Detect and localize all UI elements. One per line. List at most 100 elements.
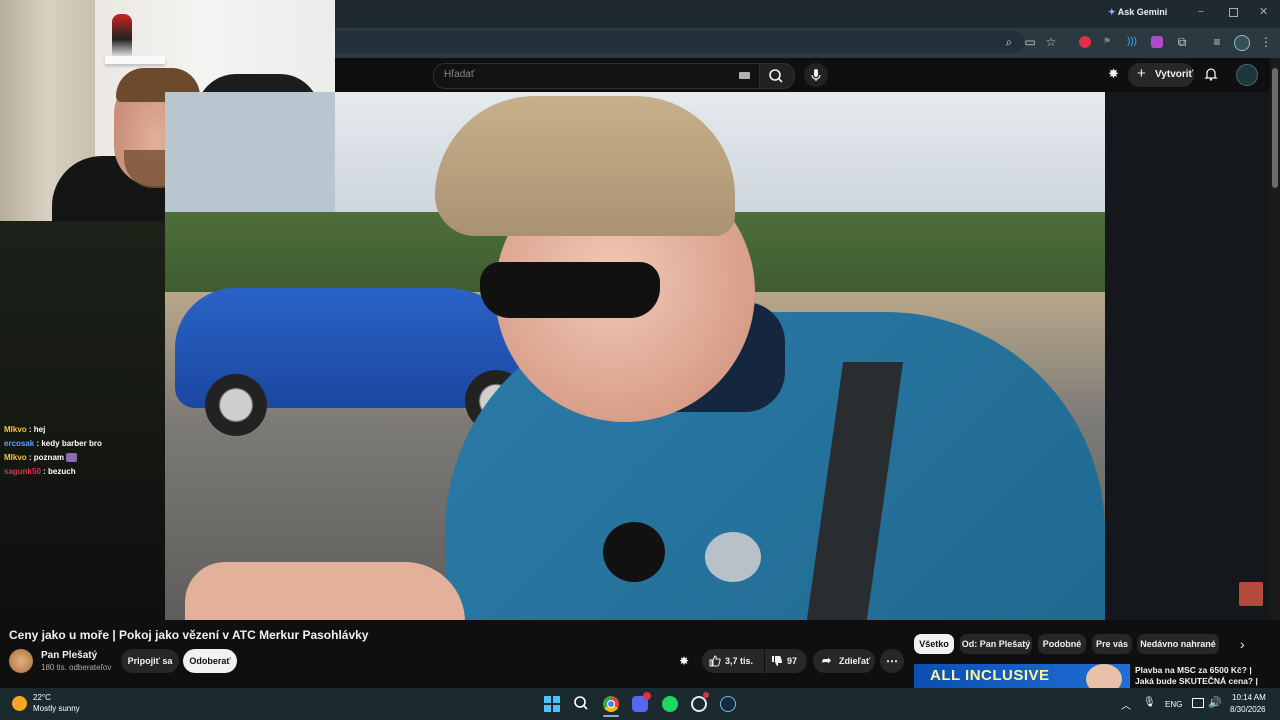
temperature: 22°C (33, 693, 51, 702)
chat-message: Mlkvo : hej (4, 425, 46, 434)
ask-ai-icon[interactable]: ✸ (679, 654, 689, 668)
chevron-right-icon[interactable]: › (1240, 636, 1245, 652)
dislike-count: 97 (787, 656, 798, 666)
chat-user: sagunk50 (4, 467, 41, 476)
chat-message: sagunk50 : bezuch (4, 467, 76, 476)
recommended-thumbnail[interactable]: ALL INCLUSIVE (914, 664, 1130, 688)
page-scrollbar[interactable] (1270, 58, 1280, 688)
chat-message: ercosak : kedy barber bro (4, 439, 102, 448)
channel-avatar[interactable] (9, 649, 33, 673)
create-button[interactable]: + Vytvoriť (1128, 63, 1194, 87)
wall-shelf (105, 56, 165, 64)
video-person-cap (435, 96, 735, 236)
voice-search-button[interactable] (804, 63, 828, 87)
chip-for-you[interactable]: Pre vás (1092, 634, 1132, 654)
language-indicator[interactable]: ENG (1165, 700, 1182, 709)
steam-icon[interactable] (720, 696, 736, 712)
sun-cloud-icon (12, 696, 27, 711)
obs-recording-badge (703, 692, 709, 698)
search-placeholder: Hľadať (444, 69, 475, 80)
tray-chevron-icon[interactable]: ︿ (1121, 697, 1131, 712)
chat-user: ercosak (4, 439, 35, 448)
notifications-button[interactable] (1203, 66, 1219, 87)
account-avatar[interactable] (1236, 64, 1258, 86)
ask-gemini-button[interactable]: ✦ Ask Gemini (1108, 7, 1167, 21)
thumbnail-face (1086, 664, 1122, 688)
like-button[interactable]: 3,7 tis. (702, 649, 764, 673)
extension-icon-red[interactable] (1079, 36, 1091, 48)
minimize-button[interactable]: – (1198, 6, 1208, 17)
video-mic-grey (705, 532, 761, 582)
video-sunglasses (480, 262, 660, 318)
search-button[interactable] (759, 63, 795, 89)
zoom-icon[interactable]: ⌕ (1001, 34, 1017, 50)
browser-menu-icon[interactable]: ⋮ (1258, 34, 1274, 50)
chip-from-channel[interactable]: Od: Pan Plešatý (960, 634, 1032, 654)
extensions-puzzle-icon[interactable]: ⧉ (1174, 34, 1190, 50)
tab-search-icon[interactable]: ≡ (1209, 34, 1225, 50)
video-hand (185, 562, 465, 620)
chat-text: hej (33, 425, 46, 434)
bookmark-star-icon[interactable]: ☆ (1043, 34, 1059, 50)
bell-icon (1204, 68, 1218, 81)
video-title: Ceny jako u moře | Pokoj jako vězení v A… (9, 628, 369, 642)
network-icon[interactable] (1192, 698, 1204, 708)
chrome-icon[interactable] (603, 696, 619, 712)
url-bar[interactable] (335, 31, 1025, 53)
ai-sparkle-icon[interactable]: ✸ (1108, 66, 1119, 82)
more-icon: ⋯ (886, 654, 898, 668)
share-button[interactable]: ➦ Zdieľať (813, 649, 875, 673)
close-window-button[interactable]: ✕ (1259, 5, 1268, 18)
cast-icon[interactable]: ▭ (1022, 34, 1038, 50)
search-input[interactable]: Hľadať (433, 63, 761, 89)
ask-gemini-label: Ask Gemini (1117, 7, 1168, 17)
gemini-icon: ✦ (1108, 7, 1116, 17)
clock-date[interactable]: 8/30/2026 (1230, 705, 1266, 714)
dislike-button[interactable]: 97 (765, 649, 807, 673)
profile-avatar[interactable] (1234, 35, 1250, 51)
obs-icon[interactable] (691, 696, 707, 712)
like-icon (709, 655, 721, 667)
video-player[interactable] (165, 92, 1105, 620)
taskbar-search-icon[interactable] (573, 695, 589, 716)
chat-text: poznam (33, 453, 65, 462)
maximize-button[interactable] (1229, 8, 1238, 17)
channel-name[interactable]: Pan Plešatý (41, 650, 97, 661)
clock-time[interactable]: 10:14 AM (1232, 693, 1266, 702)
scrollbar-thumb[interactable] (1272, 68, 1278, 188)
chat-message: Mlkvo : poznam (4, 453, 78, 463)
chat-text: kedy barber bro (41, 439, 102, 448)
recommended-title[interactable]: Plavba na MSC za 6500 Kč? | Jaká bude SK… (1135, 665, 1260, 687)
spotify-icon[interactable] (662, 696, 678, 712)
tray-mic-icon[interactable]: 🎙 (1143, 697, 1156, 708)
chip-related[interactable]: Podobné (1038, 634, 1086, 654)
extension-icon-blue[interactable]: ))) (1127, 36, 1139, 48)
keyboard-icon[interactable] (739, 72, 750, 79)
plus-icon: + (1137, 65, 1146, 82)
subscribe-button[interactable]: Odoberať (183, 649, 237, 673)
weather-widget[interactable]: 22°C Mostly sunny (12, 693, 92, 715)
extension-icon-b[interactable]: ⚑ (1103, 36, 1115, 48)
thumbnail-text: ALL INCLUSIVE (930, 667, 1050, 684)
chat-panel (0, 221, 165, 621)
extension-icon-purple[interactable] (1151, 36, 1163, 48)
chat-user: Mlkvo (4, 453, 27, 462)
search-icon (769, 69, 783, 83)
join-button[interactable]: Pripojiť sa (121, 649, 179, 673)
volume-icon[interactable]: 🔊 (1208, 696, 1222, 709)
search-icon (574, 696, 588, 710)
emote-icon (66, 453, 78, 463)
chip-all[interactable]: Všetko (914, 634, 954, 654)
weather-condition: Mostly sunny (33, 704, 80, 713)
windows-start-icon[interactable] (544, 696, 560, 712)
more-actions-button[interactable]: ⋯ (880, 649, 904, 673)
taskbar-active-indicator (603, 715, 619, 717)
share-icon: ➦ (822, 655, 832, 667)
video-sidebar-backdrop (1105, 92, 1270, 620)
dislike-icon (772, 656, 783, 666)
chat-text: bezuch (48, 467, 76, 476)
like-count: 3,7 tis. (725, 656, 754, 666)
mini-avatar[interactable] (1239, 582, 1263, 606)
chip-recently-uploaded[interactable]: Nedávno nahrané (1137, 634, 1219, 654)
video-car-wheel (205, 374, 267, 436)
